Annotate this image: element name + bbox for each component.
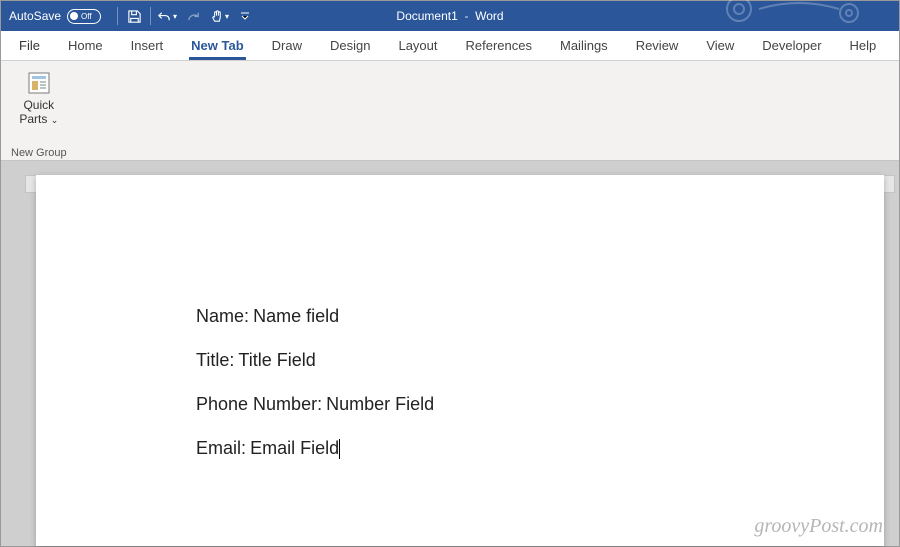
ribbon-body: Quick Parts ⌄ New Group — [1, 61, 899, 161]
field-value: Email Field — [250, 438, 339, 458]
tab-home[interactable]: Home — [54, 31, 117, 61]
tab-layout[interactable]: Layout — [384, 31, 451, 61]
tab-insert[interactable]: Insert — [117, 31, 178, 61]
tab-file[interactable]: File — [5, 31, 54, 61]
tab-new-tab[interactable]: New Tab — [177, 31, 258, 61]
autosave-toggle[interactable]: Off — [67, 9, 101, 24]
autosave-state: Off — [81, 12, 92, 21]
tab-review[interactable]: Review — [622, 31, 693, 61]
chevron-down-icon: ▾ — [225, 12, 229, 21]
field-value: Title Field — [238, 350, 315, 370]
redo-button[interactable] — [181, 4, 205, 28]
tab-draw[interactable]: Draw — [258, 31, 316, 61]
qat-separator — [117, 7, 118, 25]
field-label: Email: — [196, 438, 246, 458]
document-workspace: Name: Name field Title: Title Field Phon… — [1, 161, 899, 546]
tab-developer[interactable]: Developer — [748, 31, 835, 61]
text-cursor — [339, 439, 340, 459]
doc-line-title[interactable]: Title: Title Field — [196, 349, 884, 371]
title-bar: AutoSave Off ▾ ▾ — [1, 1, 899, 31]
save-icon — [127, 9, 142, 24]
field-value: Number Field — [326, 394, 434, 414]
titlebar-decoration — [709, 0, 889, 29]
doc-name: Document1 — [396, 9, 457, 23]
undo-button[interactable]: ▾ — [155, 4, 179, 28]
quick-parts-icon — [25, 69, 53, 97]
undo-icon — [157, 9, 172, 24]
touch-mouse-mode-button[interactable]: ▾ — [207, 4, 231, 28]
field-label: Title: — [196, 350, 234, 370]
ribbon-group-label: New Group — [11, 147, 67, 161]
quick-parts-label: Quick Parts ⌄ — [19, 99, 58, 127]
ribbon-tabs: File Home Insert New Tab Draw Design Lay… — [1, 31, 899, 61]
redo-icon — [186, 9, 201, 24]
ribbon-group-new-group: Quick Parts ⌄ New Group — [1, 65, 77, 161]
save-button[interactable] — [122, 4, 146, 28]
tab-mailings[interactable]: Mailings — [546, 31, 622, 61]
customize-icon — [239, 10, 251, 22]
field-label: Phone Number: — [196, 394, 322, 414]
tab-design[interactable]: Design — [316, 31, 384, 61]
doc-line-email[interactable]: Email: Email Field — [196, 437, 884, 459]
tab-references[interactable]: References — [452, 31, 546, 61]
field-label: Name: — [196, 306, 249, 326]
chevron-down-icon: ▾ — [173, 12, 177, 21]
document-title: Document1 - Word — [396, 9, 503, 23]
autosave-label: AutoSave — [9, 9, 61, 23]
toggle-knob-icon — [70, 12, 78, 20]
hand-icon — [209, 9, 224, 24]
doc-line-phone[interactable]: Phone Number: Number Field — [196, 393, 884, 415]
tab-help[interactable]: Help — [836, 31, 891, 61]
qat-separator — [150, 7, 151, 25]
tab-view[interactable]: View — [692, 31, 748, 61]
quick-access-toolbar: ▾ ▾ — [109, 4, 257, 28]
field-value: Name field — [253, 306, 339, 326]
quick-parts-button[interactable]: Quick Parts ⌄ — [15, 67, 62, 129]
app-name: Word — [475, 9, 503, 23]
autosave-control[interactable]: AutoSave Off — [1, 9, 109, 24]
customize-qat-button[interactable] — [233, 4, 257, 28]
document-page[interactable]: Name: Name field Title: Title Field Phon… — [36, 175, 884, 546]
title-separator: - — [461, 9, 475, 23]
doc-line-name[interactable]: Name: Name field — [196, 305, 884, 327]
